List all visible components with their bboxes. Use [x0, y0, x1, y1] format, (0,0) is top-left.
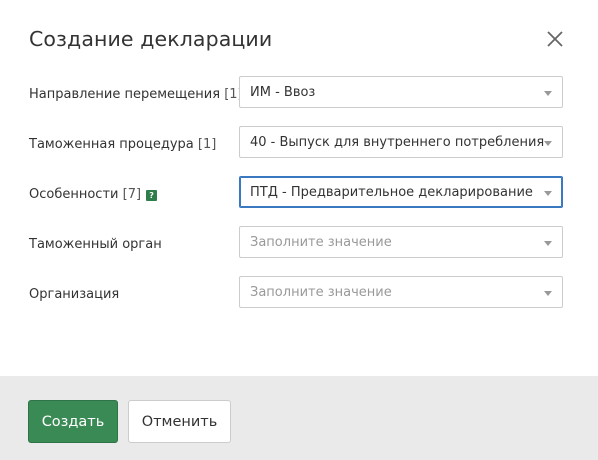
dialog-title: Создание декларации	[29, 27, 273, 51]
field-label: Особенности [7]?	[29, 187, 158, 202]
dialog-header: Создание декларации	[29, 25, 573, 57]
customs-procedure-select[interactable]: 40 - Выпуск для внутреннего потребления	[239, 126, 563, 158]
field-customs-office: Таможенный орган Заполните значение	[29, 226, 565, 260]
chevron-down-icon	[544, 191, 552, 196]
select-value: ИМ - Ввоз	[250, 85, 316, 100]
chevron-down-icon	[544, 291, 552, 296]
chevron-down-icon	[544, 241, 552, 246]
field-label: Направление перемещения [1]	[29, 87, 243, 102]
features-select[interactable]: ПТД - Предварительное декларирование	[239, 176, 563, 208]
field-label: Таможенный орган	[29, 237, 162, 252]
close-icon[interactable]	[545, 29, 565, 49]
select-placeholder: Заполните значение	[250, 235, 392, 250]
chevron-down-icon	[544, 91, 552, 96]
chevron-down-icon	[544, 141, 552, 146]
field-label: Таможенная процедура [1]	[29, 137, 217, 152]
field-features: Особенности [7]? ПТД - Предварительное д…	[29, 176, 565, 210]
customs-office-select[interactable]: Заполните значение	[239, 226, 563, 258]
select-placeholder: Заполните значение	[250, 285, 392, 300]
help-icon[interactable]: ?	[146, 190, 158, 201]
select-value: ПТД - Предварительное декларирование	[250, 185, 533, 200]
field-customs-procedure: Таможенная процедура [1] 40 - Выпуск для…	[29, 126, 565, 160]
field-movement-direction: Направление перемещения [1] ИМ - Ввоз	[29, 76, 565, 110]
movement-direction-select[interactable]: ИМ - Ввоз	[239, 76, 563, 108]
create-button[interactable]: Создать	[28, 400, 118, 443]
field-organization: Организация Заполните значение	[29, 276, 565, 310]
field-count: [7]	[122, 187, 142, 202]
organization-select[interactable]: Заполните значение	[239, 276, 563, 308]
field-label: Организация	[29, 287, 120, 302]
select-value: 40 - Выпуск для внутреннего потребления	[250, 135, 545, 150]
dialog-footer: Создать Отменить	[0, 376, 598, 460]
cancel-button[interactable]: Отменить	[128, 400, 231, 443]
field-count: [1]	[197, 137, 217, 152]
create-declaration-dialog: Создание декларации Направление перемеще…	[0, 0, 598, 460]
